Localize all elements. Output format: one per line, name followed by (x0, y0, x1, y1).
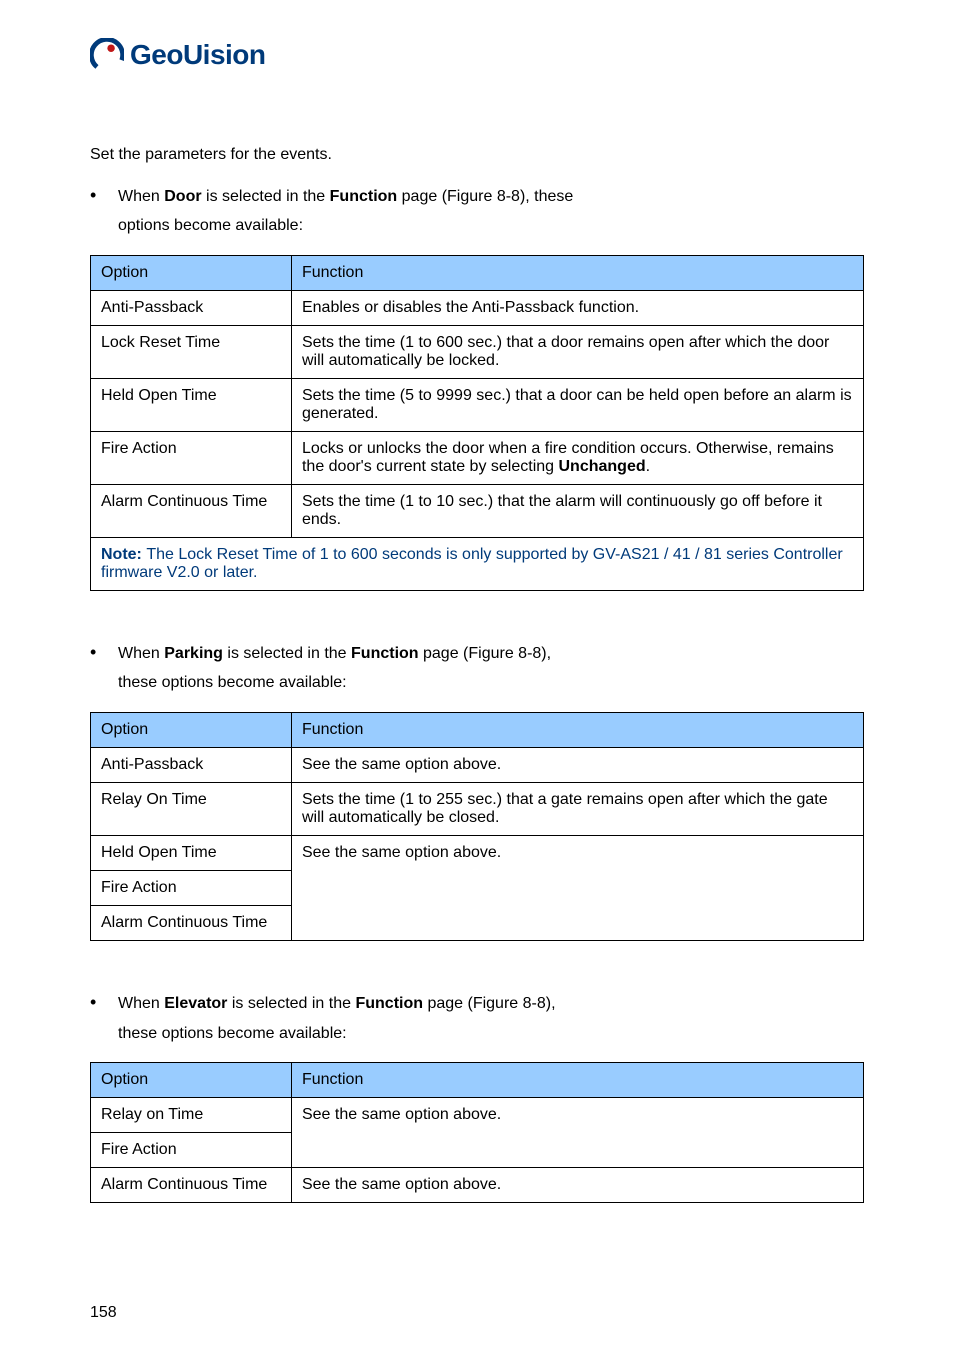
table-row: Alarm Continuous Time See the same optio… (91, 1168, 864, 1203)
bullet-2-cont: these options become available: (118, 670, 864, 696)
table-row: Anti-Passback See the same option above. (91, 747, 864, 782)
door-options-table: Option Function Anti-Passback Enables or… (90, 255, 864, 591)
th-function: Function (291, 255, 863, 290)
opt-relay-on: Relay On Time (91, 782, 292, 835)
opt-fire-action: Fire Action (91, 870, 292, 905)
bullet-3-text: When Elevator is selected in the Functio… (118, 991, 864, 1017)
func-shared: See the same option above. (291, 835, 863, 940)
func-fire-action: Locks or unlocks the door when a fire co… (291, 431, 863, 484)
bullet-dot-icon: • (90, 186, 118, 204)
func-held-open: Sets the time (5 to 9999 sec.) that a do… (291, 378, 863, 431)
func-shared-1: See the same option above. (291, 1098, 863, 1168)
func-alarm-cont: See the same option above. (291, 1168, 863, 1203)
geovision-logo-icon (90, 38, 124, 72)
table-row: Relay On Time Sets the time (1 to 255 se… (91, 782, 864, 835)
note-text: The Lock Reset Time of 1 to 600 seconds … (101, 546, 843, 581)
intro-text: Set the parameters for the events. (90, 142, 864, 168)
opt-alarm-cont: Alarm Continuous Time (91, 484, 292, 537)
opt-held-open: Held Open Time (91, 835, 292, 870)
func-relay-on: Sets the time (1 to 255 sec.) that a gat… (291, 782, 863, 835)
table-row: Held Open Time Sets the time (5 to 9999 … (91, 378, 864, 431)
func-anti-passback: See the same option above. (291, 747, 863, 782)
func-anti-passback: Enables or disables the Anti-Passback fu… (291, 290, 863, 325)
brand-logo: GeoUision (90, 38, 864, 72)
opt-alarm-cont: Alarm Continuous Time (91, 1168, 292, 1203)
elevator-options-table: Option Function Relay on Time See the sa… (90, 1062, 864, 1203)
table-row: Alarm Continuous Time Sets the time (1 t… (91, 484, 864, 537)
bullet-3-cont: these options become available: (118, 1021, 864, 1047)
bullet-dot-icon: • (90, 643, 118, 661)
bullet-1-cont: options become available: (118, 213, 864, 239)
opt-fire-action: Fire Action (91, 431, 292, 484)
opt-fire-action: Fire Action (91, 1133, 292, 1168)
th-option: Option (91, 1063, 292, 1098)
func-lock-reset: Sets the time (1 to 600 sec.) that a doo… (291, 325, 863, 378)
note-label: Note: (101, 546, 146, 563)
table-row: Held Open Time See the same option above… (91, 835, 864, 870)
opt-relay-on: Relay on Time (91, 1098, 292, 1133)
th-option: Option (91, 712, 292, 747)
th-function: Function (291, 712, 863, 747)
brand-name: GeoUision (130, 39, 266, 71)
opt-held-open: Held Open Time (91, 378, 292, 431)
func-alarm-cont: Sets the time (1 to 10 sec.) that the al… (291, 484, 863, 537)
table-row: Fire Action Locks or unlocks the door wh… (91, 431, 864, 484)
th-option: Option (91, 255, 292, 290)
table-row: Anti-Passback Enables or disables the An… (91, 290, 864, 325)
table-note-row: Note: The Lock Reset Time of 1 to 600 se… (91, 537, 864, 590)
opt-anti-passback: Anti-Passback (91, 290, 292, 325)
bullet-2-text: When Parking is selected in the Function… (118, 641, 864, 667)
opt-alarm-cont: Alarm Continuous Time (91, 905, 292, 940)
table-row: Relay on Time See the same option above. (91, 1098, 864, 1133)
opt-lock-reset: Lock Reset Time (91, 325, 292, 378)
parking-options-table: Option Function Anti-Passback See the sa… (90, 712, 864, 941)
opt-anti-passback: Anti-Passback (91, 747, 292, 782)
page-number: 158 (90, 1304, 117, 1322)
th-function: Function (291, 1063, 863, 1098)
bullet-1-text: When Door is selected in the Function pa… (118, 184, 864, 210)
table-row: Lock Reset Time Sets the time (1 to 600 … (91, 325, 864, 378)
bullet-dot-icon: • (90, 993, 118, 1011)
